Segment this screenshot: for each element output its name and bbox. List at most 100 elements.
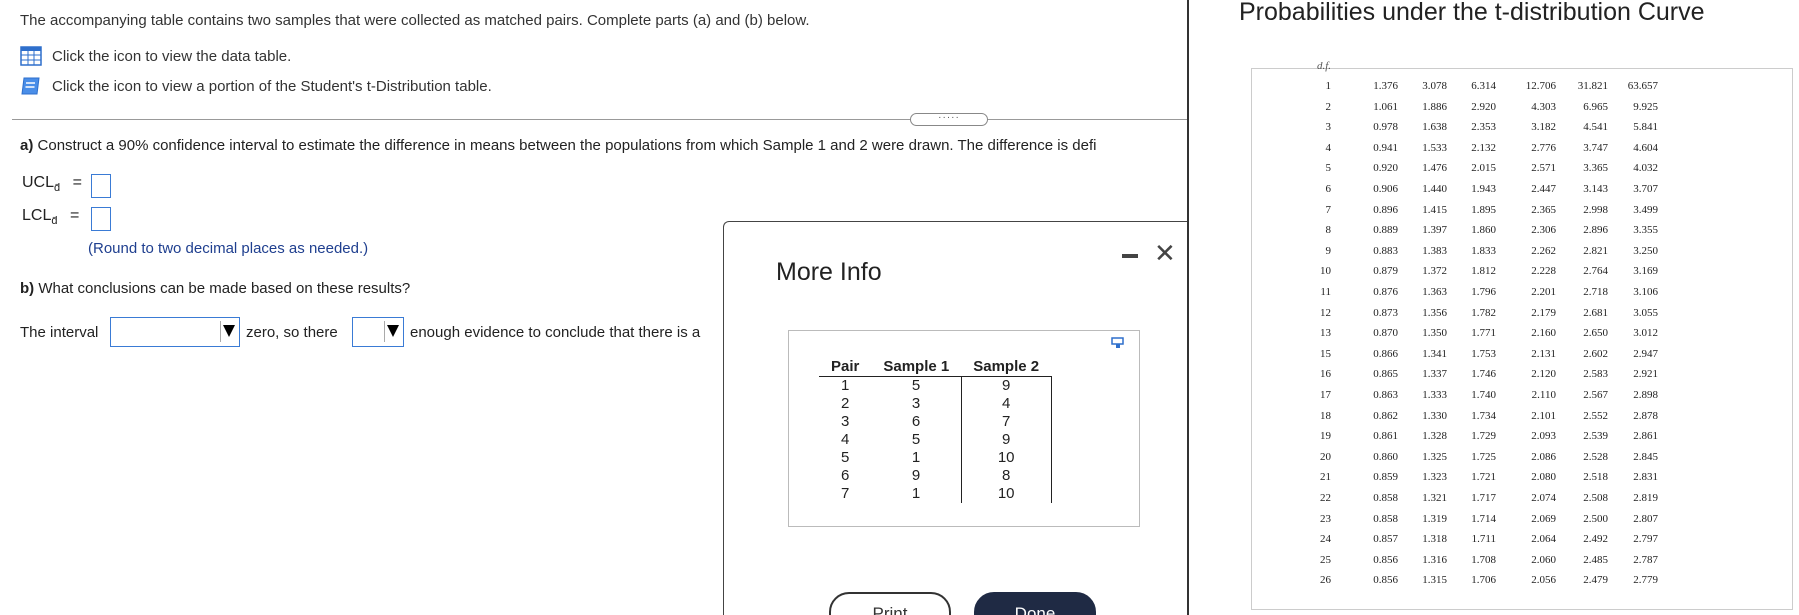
- t-value-cell: 0.889: [1373, 224, 1398, 237]
- t-value-cell: 2.074: [1531, 492, 1556, 504]
- t-value-cell: 2.110: [1531, 389, 1556, 401]
- t-value-cell: 2.567: [1583, 389, 1608, 401]
- t-value-cell: 0.866: [1373, 347, 1398, 360]
- t-value-cell: 2.179: [1531, 306, 1556, 319]
- evidence-dropdown[interactable]: [352, 317, 404, 347]
- t-value-cell: 2.479: [1583, 574, 1608, 587]
- t-value-cell: 1.717: [1471, 492, 1496, 504]
- df-cell: 19: [1320, 430, 1331, 443]
- minimize-icon[interactable]: [1122, 254, 1138, 258]
- question-pane: The accompanying table contains two samp…: [0, 0, 1188, 615]
- interval-contains-dropdown[interactable]: [110, 317, 240, 347]
- sample-2-cell: 10: [961, 485, 1052, 503]
- df-column-header: d.f.: [1317, 60, 1332, 72]
- t-value-cell: 2.583: [1583, 368, 1608, 381]
- expand-toggle-button[interactable]: ·····: [910, 113, 988, 126]
- t-value-cell: 2.086: [1531, 450, 1556, 463]
- t-value-cell: 4.303: [1531, 100, 1556, 113]
- column-header-sample-1: Sample 1: [871, 358, 962, 377]
- t-value-cell: 2.920: [1471, 100, 1496, 113]
- t-value-cell: 1.895: [1471, 203, 1496, 216]
- t-value-cell: 1.333: [1422, 389, 1447, 401]
- triangle-down-icon[interactable]: [223, 325, 235, 337]
- print-button[interactable]: Print: [829, 592, 951, 615]
- close-icon[interactable]: ✕: [1154, 240, 1176, 266]
- book-icon[interactable]: [20, 76, 42, 96]
- t-value-cell: 1.476: [1422, 162, 1447, 175]
- t-value-cell: 2.093: [1531, 430, 1556, 443]
- t-value-cell: 0.857: [1373, 533, 1398, 546]
- t-value-cell: 1.833: [1471, 244, 1496, 257]
- t-value-cell: 2.947: [1633, 347, 1658, 360]
- t-value-cell: 3.143: [1583, 183, 1608, 195]
- t-table-row: 6 0.906 1.440 1.943 2.447 3.143 3.707: [1251, 183, 1791, 203]
- t-value-cell: 1.771: [1471, 327, 1496, 340]
- t-table-link[interactable]: Click the icon to view a portion of the …: [20, 76, 492, 96]
- t-value-cell: 0.920: [1373, 162, 1398, 175]
- t-value-cell: 3.355: [1633, 224, 1658, 237]
- triangle-down-icon[interactable]: [387, 325, 399, 337]
- df-cell: 24: [1320, 533, 1331, 546]
- ucl-input[interactable]: [91, 174, 111, 198]
- t-value-cell: 5.841: [1633, 121, 1658, 134]
- table-row: 7 1 10: [819, 485, 1052, 503]
- t-value-cell: 3.707: [1633, 183, 1658, 195]
- table-row: 5 1 10: [819, 449, 1052, 467]
- part-b-text: What conclusions can be made based on th…: [38, 280, 411, 297]
- t-table-row: 1 1.376 3.078 6.314 12.706 31.821 63.657: [1251, 80, 1791, 100]
- t-value-cell: 1.356: [1422, 306, 1447, 319]
- t-value-cell: 1.376: [1373, 80, 1398, 92]
- df-cell: 12: [1320, 306, 1331, 319]
- t-value-cell: 3.182: [1531, 121, 1556, 134]
- sample-2-cell: 9: [961, 431, 1052, 449]
- t-value-cell: 1.721: [1471, 471, 1496, 484]
- sample-2-cell: 8: [961, 467, 1052, 485]
- df-cell: 15: [1320, 347, 1331, 360]
- sample-1-cell: 6: [871, 413, 962, 431]
- table-row: 6 98: [819, 467, 1052, 485]
- t-value-cell: 2.998: [1583, 203, 1608, 216]
- t-value-cell: 3.250: [1633, 244, 1658, 257]
- t-table-row: 3 0.978 1.638 2.353 3.182 4.541 5.841: [1251, 121, 1791, 141]
- done-button[interactable]: Done: [974, 592, 1096, 615]
- t-value-cell: 0.859: [1373, 471, 1398, 484]
- copy-icon[interactable]: [1111, 337, 1125, 349]
- data-table-link[interactable]: Click the icon to view the data table.: [20, 46, 291, 66]
- df-cell: 8: [1325, 224, 1332, 237]
- df-cell: 20: [1320, 450, 1331, 463]
- t-table-row: 20 0.860 1.325 1.725 2.086 2.528 2.845: [1251, 451, 1791, 471]
- df-cell: 1: [1325, 80, 1332, 92]
- t-table-row: 5 0.920 1.476 2.015 2.571 3.365 4.032: [1251, 162, 1791, 182]
- t-value-cell: 4.541: [1583, 121, 1608, 134]
- part-b-question: b) What conclusions can be made based on…: [20, 280, 410, 297]
- t-value-cell: 2.015: [1471, 162, 1496, 175]
- pair-cell: 1: [841, 377, 850, 394]
- t-table-row: 26 0.856 1.315 1.706 2.056 2.479 2.779: [1251, 574, 1791, 594]
- pair-cell: 4: [841, 431, 850, 448]
- t-value-cell: 2.508: [1583, 492, 1608, 504]
- data-table-link-text[interactable]: Click the icon to view the data table.: [52, 48, 291, 65]
- t-value-cell: 0.856: [1373, 574, 1398, 587]
- t-value-cell: 2.060: [1531, 553, 1556, 566]
- lcl-input[interactable]: [91, 207, 111, 231]
- part-a-question: a) Construct a 90% confidence interval t…: [20, 137, 1096, 154]
- column-header-pair: Pair: [819, 358, 872, 377]
- t-value-cell: 0.876: [1373, 286, 1398, 298]
- t-table-row: 19 0.861 1.328 1.729 2.093 2.539 2.861: [1251, 430, 1791, 450]
- sample-2-cell: 10: [961, 449, 1052, 467]
- t-value-cell: 1.638: [1422, 121, 1447, 134]
- t-value-cell: 1.319: [1422, 512, 1447, 525]
- t-table-row: 9 0.883 1.383 1.833 2.262 2.821 3.250: [1251, 245, 1791, 265]
- t-value-cell: 2.861: [1633, 430, 1658, 443]
- t-value-cell: 1.341: [1422, 347, 1447, 360]
- t-table-link-text[interactable]: Click the icon to view a portion of the …: [52, 78, 492, 95]
- t-value-cell: 2.539: [1583, 430, 1608, 443]
- t-value-cell: 3.747: [1583, 141, 1608, 154]
- t-value-cell: 2.201: [1531, 286, 1556, 298]
- t-value-cell: 0.860: [1373, 450, 1398, 463]
- t-value-cell: 0.941: [1373, 141, 1398, 154]
- df-cell: 5: [1325, 162, 1332, 175]
- sample-1-cell: 1: [871, 449, 962, 467]
- table-icon[interactable]: [20, 46, 42, 66]
- t-value-cell: 1.397: [1422, 224, 1447, 237]
